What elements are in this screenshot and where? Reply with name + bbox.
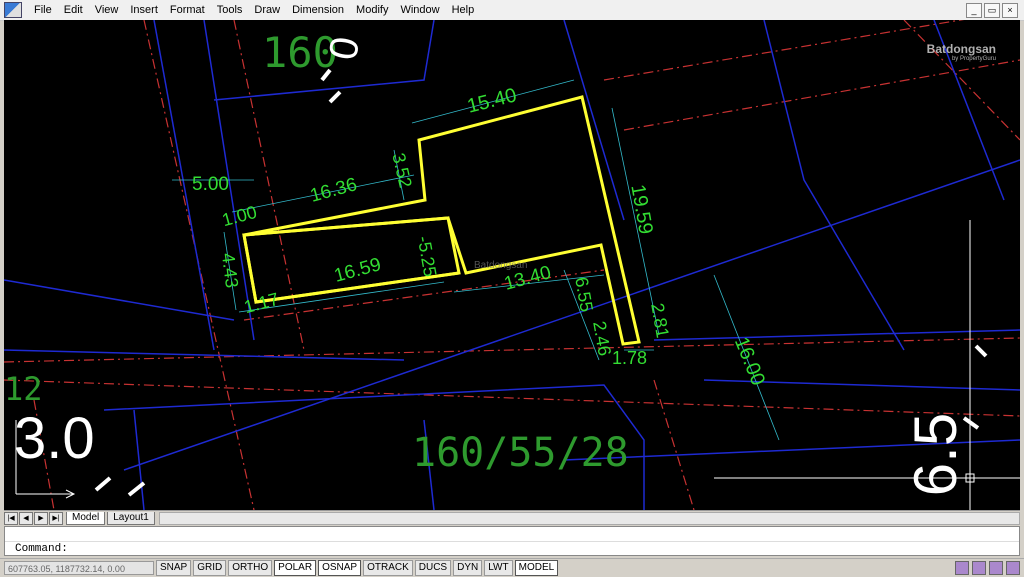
plot-number-label: 160/55/28 (412, 430, 629, 476)
settings-icon[interactable] (989, 561, 1003, 575)
coordinate-readout: 607763.05, 1187732.14, 0.00 (4, 561, 154, 575)
polar-toggle[interactable]: POLAR (274, 560, 317, 576)
tab-layout1[interactable]: Layout1 (107, 511, 155, 525)
dyn-toggle[interactable]: DYN (453, 560, 483, 576)
menu-file[interactable]: File (28, 0, 58, 20)
next-tab-button[interactable]: ▶ (34, 511, 48, 525)
model-toggle[interactable]: MODEL (514, 560, 559, 576)
otrack-toggle[interactable]: OTRACK (363, 560, 413, 576)
command-window[interactable]: Command: (4, 526, 1020, 556)
dim-label: 5.00 (192, 174, 229, 195)
snap-toggle[interactable]: SNAP (156, 560, 192, 576)
drawing-canvas[interactable]: 15.40 19.59 5.00 16.36 3.52 1.00 4.43 -5… (4, 20, 1020, 510)
command-prompt[interactable]: Command: (5, 541, 1019, 555)
plot-number-label: 12 (4, 370, 43, 408)
menu-modify[interactable]: Modify (350, 0, 394, 20)
status-tray (955, 561, 1020, 575)
ducs-toggle[interactable]: DUCS (414, 560, 452, 576)
menu-tools[interactable]: Tools (211, 0, 249, 20)
menu-window[interactable]: Window (394, 0, 445, 20)
status-bar: 607763.05, 1187732.14, 0.00 SNAP GRID OR… (0, 558, 1024, 577)
minimize-button[interactable]: _ (966, 3, 982, 18)
watermark-logo: Batdongsan by PropertyGuru (926, 42, 996, 62)
menu-insert[interactable]: Insert (124, 0, 164, 20)
tab-model[interactable]: Model (66, 511, 106, 525)
window-controls: _ ▭ × (966, 3, 1018, 18)
watermark-center-logo: Batdongsan (474, 260, 528, 271)
menu-draw[interactable]: Draw (248, 0, 286, 20)
menu-bar: File Edit View Insert Format Tools Draw … (0, 0, 1024, 21)
ortho-toggle[interactable]: ORTHO (228, 560, 273, 576)
menu-view[interactable]: View (89, 0, 125, 20)
restore-button[interactable]: ▭ (984, 3, 1000, 18)
grid-toggle[interactable]: GRID (193, 560, 227, 576)
prev-tab-button[interactable]: ◀ (19, 511, 33, 525)
dim-label: 4.43 (217, 251, 243, 290)
autocad-app-icon[interactable] (4, 2, 22, 18)
dim-label: 1.78 (612, 348, 648, 368)
communication-icon[interactable] (955, 561, 969, 575)
clean-screen-icon[interactable] (1006, 561, 1020, 575)
osnap-toggle[interactable]: OSNAP (318, 560, 362, 576)
close-button[interactable]: × (1002, 3, 1018, 18)
menu-format[interactable]: Format (164, 0, 211, 20)
horizontal-scrollbar[interactable] (158, 511, 1020, 525)
menu-edit[interactable]: Edit (58, 0, 89, 20)
last-tab-button[interactable]: ▶| (49, 511, 63, 525)
layout-tab-bar: |◀ ◀ ▶ ▶| Model Layout1 (4, 510, 1020, 525)
lwt-toggle[interactable]: LWT (484, 560, 513, 576)
first-tab-button[interactable]: |◀ (4, 511, 18, 525)
road-width-label: 6.5 (902, 412, 970, 497)
road-width-label: 3.0 (14, 406, 95, 471)
menu-dimension[interactable]: Dimension (286, 0, 350, 20)
lock-icon[interactable] (972, 561, 986, 575)
menu-help[interactable]: Help (446, 0, 481, 20)
